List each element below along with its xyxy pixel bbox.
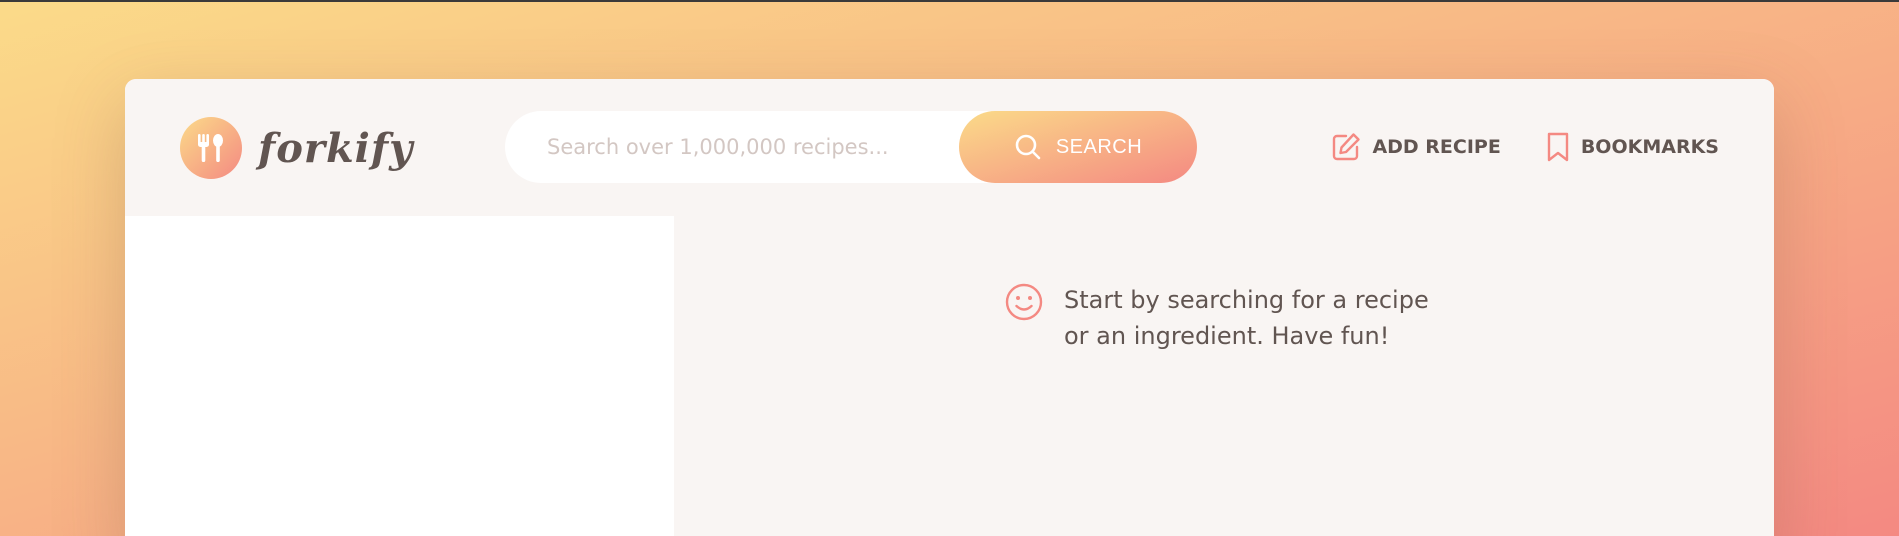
header: forkify SEARCH ADD RECIPE (125, 79, 1774, 216)
nav-add-recipe-label: ADD RECIPE (1372, 136, 1501, 158)
window-top-border (0, 0, 1899, 2)
nav-bookmarks[interactable]: BOOKMARKS (1545, 131, 1719, 163)
recipe-message-text: Start by searching for a recipe or an in… (1064, 286, 1429, 350)
search-results-panel (125, 216, 674, 536)
edit-icon (1333, 133, 1361, 161)
search-form: SEARCH (505, 111, 1197, 183)
search-button[interactable]: SEARCH (959, 111, 1197, 183)
nav-add-recipe[interactable]: ADD RECIPE (1330, 131, 1501, 163)
smile-icon (1005, 283, 1043, 321)
logo-text: forkify (258, 124, 414, 172)
app-container: forkify SEARCH ADD RECIPE (125, 79, 1774, 536)
nav: ADD RECIPE BOOKMARKS (1330, 131, 1719, 163)
search-button-label: SEARCH (1055, 135, 1143, 158)
recipe-message: Start by searching for a recipe or an in… (1004, 282, 1454, 354)
search-input[interactable] (547, 135, 947, 159)
fork-spoon-icon (198, 134, 223, 162)
search-icon (1015, 134, 1041, 160)
bookmark-icon (1547, 132, 1569, 162)
logo-badge (180, 117, 242, 179)
nav-bookmarks-label: BOOKMARKS (1580, 136, 1719, 158)
recipe-panel: Start by searching for a recipe or an in… (674, 216, 1774, 536)
logo[interactable]: forkify (180, 117, 413, 179)
